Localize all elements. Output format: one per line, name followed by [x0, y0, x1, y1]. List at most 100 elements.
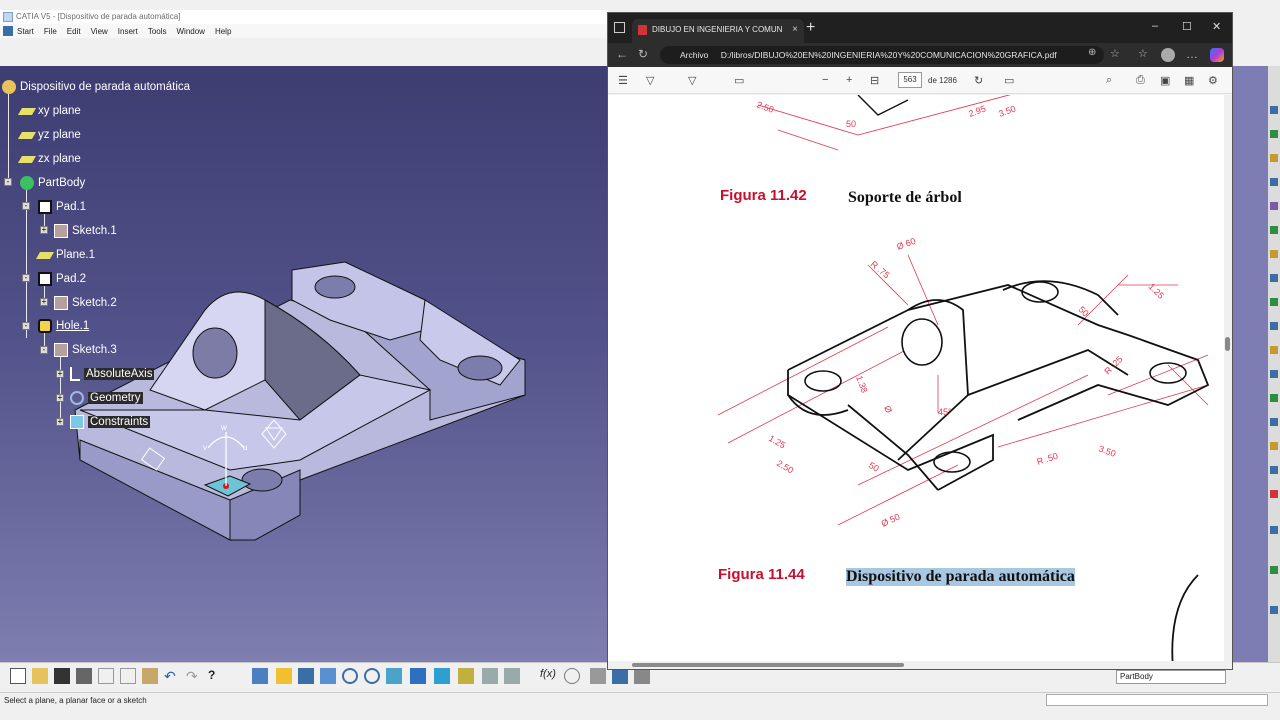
command-input[interactable]: [1046, 694, 1268, 706]
formula-icon[interactable]: f(x): [540, 668, 556, 684]
tree-plane1[interactable]: Plane.1: [35, 246, 95, 264]
tree-zx-plane[interactable]: zx plane: [17, 150, 81, 168]
tree-yz-plane[interactable]: yz plane: [17, 126, 81, 144]
expand-sketch1-toggle[interactable]: +: [40, 226, 48, 234]
tree-pad2[interactable]: Pad.2: [38, 270, 86, 288]
new-icon[interactable]: [10, 668, 26, 684]
more-icon[interactable]: …: [1186, 47, 1198, 61]
horizontal-scrollbar[interactable]: [608, 661, 1224, 669]
draw-icon[interactable]: ▽: [688, 74, 696, 87]
expand-constraints-toggle[interactable]: +: [56, 418, 64, 426]
figure-2-title[interactable]: Dispositivo de parada automática: [846, 568, 1075, 586]
maximize-button[interactable]: ☐: [1182, 20, 1192, 33]
menu-help[interactable]: Help: [215, 27, 241, 36]
undo-icon[interactable]: ↶: [164, 668, 180, 684]
print-icon[interactable]: [76, 668, 92, 684]
iso-view-icon[interactable]: [434, 668, 450, 684]
page-view-icon[interactable]: ▭: [1004, 74, 1014, 87]
fit-all-icon[interactable]: [276, 668, 292, 684]
highlight-icon[interactable]: ▽: [646, 74, 654, 87]
menu-start[interactable]: Start: [17, 27, 44, 36]
save-icon[interactable]: [54, 668, 70, 684]
paste-icon[interactable]: [142, 668, 158, 684]
tree-geometry[interactable]: Geometry: [70, 389, 143, 407]
url-field[interactable]: Archivo D:/libros/DIBUJO%20EN%20INGENIER…: [660, 46, 1104, 64]
favorites-icon[interactable]: ☆: [1138, 47, 1148, 60]
multi-view-icon[interactable]: [410, 668, 426, 684]
tree-partbody[interactable]: PartBody: [20, 174, 85, 192]
tree-pad1[interactable]: Pad.1: [38, 198, 86, 216]
zoom-in-pdf-icon[interactable]: +: [846, 74, 852, 86]
pan-icon[interactable]: [298, 668, 314, 684]
tool-icon[interactable]: [590, 668, 606, 684]
menu-file[interactable]: File: [44, 27, 67, 36]
zoom-icon[interactable]: ⊕: [1088, 47, 1096, 58]
copilot-icon[interactable]: [1210, 48, 1224, 62]
workbench-body-combo[interactable]: PartBody: [1116, 670, 1226, 684]
redo-icon[interactable]: ↷: [186, 668, 202, 684]
table-icon[interactable]: [612, 668, 628, 684]
tree-constraints[interactable]: Constraints: [70, 413, 151, 431]
normal-view-icon[interactable]: [386, 668, 402, 684]
zoom-in-icon[interactable]: [342, 668, 358, 684]
close-window-button[interactable]: ✕: [1212, 20, 1221, 33]
back-icon[interactable]: ←: [616, 47, 628, 61]
tab-actions-icon[interactable]: [614, 22, 625, 33]
horizontal-scroll-thumb[interactable]: [632, 663, 904, 667]
tree-sketch1[interactable]: Sketch.1: [54, 222, 117, 240]
tree-xy-plane[interactable]: xy plane: [17, 102, 81, 120]
new-tab-button[interactable]: +: [806, 19, 815, 37]
hide-show-icon[interactable]: [482, 668, 498, 684]
expand-sketch2-toggle[interactable]: +: [40, 298, 48, 306]
tree-hole1[interactable]: Hole.1: [38, 317, 89, 335]
tab-close-icon[interactable]: ×: [792, 19, 798, 41]
open-icon[interactable]: [32, 668, 48, 684]
fly-mode-icon[interactable]: [252, 668, 268, 684]
cut-icon[interactable]: [98, 668, 114, 684]
whats-this-icon[interactable]: ?: [208, 668, 224, 684]
collapse-partbody-toggle[interactable]: -: [4, 178, 12, 186]
collapse-sketch3-toggle[interactable]: -: [40, 346, 48, 354]
vertical-scrollbar[interactable]: [1224, 95, 1232, 669]
tree-sketch2[interactable]: Sketch.2: [54, 294, 117, 312]
copy-icon[interactable]: [120, 668, 136, 684]
fit-page-icon[interactable]: ⊟: [870, 74, 879, 87]
expand-geometry-toggle[interactable]: +: [56, 394, 64, 402]
save-as-icon[interactable]: ▦: [1184, 74, 1194, 87]
pdf-page-view[interactable]: 2.50 50 2.95 3.50 Ø 60 R .75 1.25 50 1.3…: [608, 95, 1228, 669]
menu-edit[interactable]: Edit: [67, 27, 91, 36]
browser-tab[interactable]: DIBUJO EN INGENIERIA Y COMUN ×: [632, 19, 804, 43]
minimize-button[interactable]: –: [1152, 20, 1158, 32]
menu-view[interactable]: View: [91, 27, 118, 36]
tree-absoluteaxis[interactable]: AbsoluteAxis: [70, 365, 155, 383]
refresh-icon[interactable]: ↻: [638, 47, 648, 61]
contents-icon[interactable]: ☰: [618, 74, 628, 87]
menu-insert[interactable]: Insert: [118, 27, 148, 36]
start-icon[interactable]: [3, 26, 13, 36]
rotate-icon[interactable]: [320, 668, 336, 684]
settings-gear-icon[interactable]: ⚙: [1208, 74, 1218, 87]
profile-avatar[interactable]: [1161, 48, 1175, 62]
read-aloud-icon[interactable]: ▭: [734, 74, 744, 87]
search-icon[interactable]: ⌕: [1106, 74, 1112, 87]
page-number-input[interactable]: 563: [898, 72, 922, 88]
tree-sketch3[interactable]: Sketch.3: [54, 341, 117, 359]
comment-icon[interactable]: [564, 668, 580, 684]
collapse-pad2-toggle[interactable]: -: [22, 274, 30, 282]
rotate-page-icon[interactable]: ↻: [974, 74, 983, 87]
collapse-hole1-toggle[interactable]: -: [22, 322, 30, 330]
swap-visible-icon[interactable]: [504, 668, 520, 684]
save-pdf-icon[interactable]: ▣: [1160, 74, 1170, 87]
collapse-pad1-toggle[interactable]: -: [22, 202, 30, 210]
zoom-out-pdf-icon[interactable]: −: [822, 74, 828, 86]
expand-absoluteaxis-toggle[interactable]: +: [56, 370, 64, 378]
print-pdf-icon[interactable]: ⎙: [1136, 74, 1145, 87]
menu-window[interactable]: Window: [177, 27, 215, 36]
vertical-scroll-thumb[interactable]: [1225, 337, 1230, 351]
zoom-out-icon[interactable]: [364, 668, 380, 684]
shading-icon[interactable]: [458, 668, 474, 684]
tree-root[interactable]: Dispositivo de parada automática: [2, 78, 190, 96]
right-toolbar-icons[interactable]: [1268, 66, 1280, 662]
measure-icon[interactable]: [634, 668, 650, 684]
favorite-star-icon[interactable]: ☆: [1110, 47, 1120, 60]
